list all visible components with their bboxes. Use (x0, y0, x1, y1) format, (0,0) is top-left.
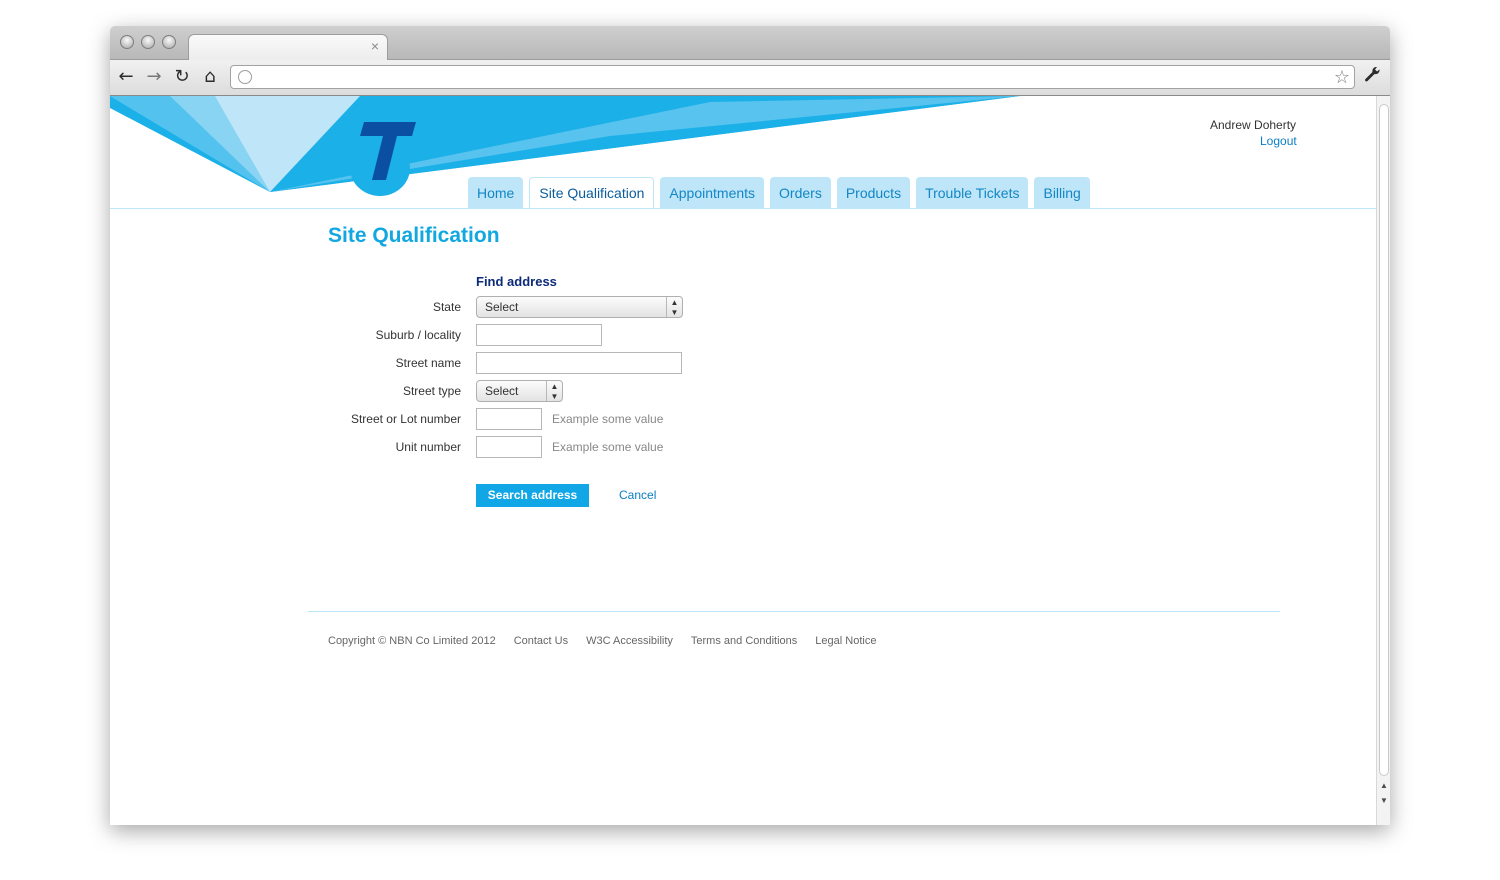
footer: Copyright © NBN Co Limited 2012 Contact … (328, 635, 876, 647)
street-number-hint: Example some value (552, 412, 664, 426)
cancel-link[interactable]: Cancel (619, 488, 656, 502)
state-select[interactable]: Select ▲ ▼ (476, 296, 683, 318)
vertical-scrollbar[interactable]: ▲ ▼ (1376, 96, 1390, 825)
street-number-label: Street or Lot number (350, 412, 461, 426)
browser-tab[interactable]: × (188, 34, 388, 61)
scroll-down-icon[interactable]: ▼ (1378, 794, 1390, 807)
bookmark-star-icon[interactable]: ☆ (1334, 67, 1350, 88)
logout-link[interactable]: Logout (1260, 134, 1297, 148)
page-viewport: Andrew Doherty Logout Home Site Qualific… (110, 96, 1376, 825)
browser-window: × ← → ↻ ⌂ ☆ Andrew Doherty Logout Home S… (110, 26, 1390, 825)
street-name-input[interactable] (476, 352, 682, 374)
title-bar: × (110, 26, 1390, 61)
tab-products[interactable]: Products (836, 177, 911, 209)
footer-link-terms[interactable]: Terms and Conditions (691, 635, 797, 647)
street-name-label: Street name (395, 356, 461, 370)
unit-number-hint: Example some value (552, 440, 664, 454)
footer-link-contact-us[interactable]: Contact Us (514, 635, 568, 647)
street-type-select[interactable]: Select ▲ ▼ (476, 380, 563, 402)
tab-home[interactable]: Home (468, 177, 524, 209)
header-divider (110, 208, 1376, 209)
tab-orders[interactable]: Orders (770, 177, 831, 209)
wrench-icon[interactable] (1364, 66, 1380, 87)
tab-appointments[interactable]: Appointments (660, 177, 765, 209)
telstra-logo (350, 122, 416, 196)
minimize-window-button[interactable] (141, 35, 155, 49)
select-arrows-icon: ▲ ▼ (666, 297, 682, 317)
wrench-icon-svg (1365, 66, 1380, 82)
globe-icon (238, 70, 252, 84)
home-icon[interactable]: ⌂ (200, 67, 220, 87)
page-title: Site Qualification (328, 224, 500, 247)
tab-trouble-tickets[interactable]: Trouble Tickets (916, 177, 1029, 209)
footer-link-legal-notice[interactable]: Legal Notice (815, 635, 876, 647)
state-select-value: Select (485, 300, 519, 314)
unit-number-label: Unit number (395, 440, 461, 454)
scroll-up-icon[interactable]: ▲ (1378, 779, 1390, 792)
street-type-label: Street type (402, 384, 461, 398)
zoom-window-button[interactable] (162, 35, 176, 49)
main-nav: Home Site Qualification Appointments Ord… (468, 177, 1090, 209)
forward-icon[interactable]: → (144, 67, 164, 87)
unit-number-input[interactable] (476, 436, 542, 458)
close-window-button[interactable] (120, 35, 134, 49)
reload-icon[interactable]: ↻ (172, 67, 192, 87)
tab-close-icon[interactable]: × (371, 38, 379, 54)
street-number-input[interactable] (476, 408, 542, 430)
select-arrows-icon: ▲ ▼ (546, 381, 562, 401)
browser-toolbar: ← → ↻ ⌂ ☆ (110, 60, 1390, 96)
state-label: State (432, 300, 461, 314)
user-name: Andrew Doherty (1210, 118, 1297, 132)
address-bar[interactable]: ☆ (230, 65, 1355, 89)
section-title: Find address (476, 274, 557, 289)
search-address-button[interactable]: Search address (476, 484, 589, 507)
scroll-thumb[interactable] (1379, 104, 1389, 776)
suburb-label: Suburb / locality (375, 328, 461, 342)
suburb-input[interactable] (476, 324, 602, 346)
tab-site-qualification[interactable]: Site Qualification (529, 177, 655, 209)
tab-billing[interactable]: Billing (1034, 177, 1090, 209)
footer-link-w3c-accessibility[interactable]: W3C Accessibility (586, 635, 673, 647)
street-type-select-value: Select (485, 384, 519, 398)
footer-divider (308, 611, 1280, 612)
back-icon[interactable]: ← (116, 67, 136, 87)
copyright-text: Copyright © NBN Co Limited 2012 (328, 635, 496, 647)
